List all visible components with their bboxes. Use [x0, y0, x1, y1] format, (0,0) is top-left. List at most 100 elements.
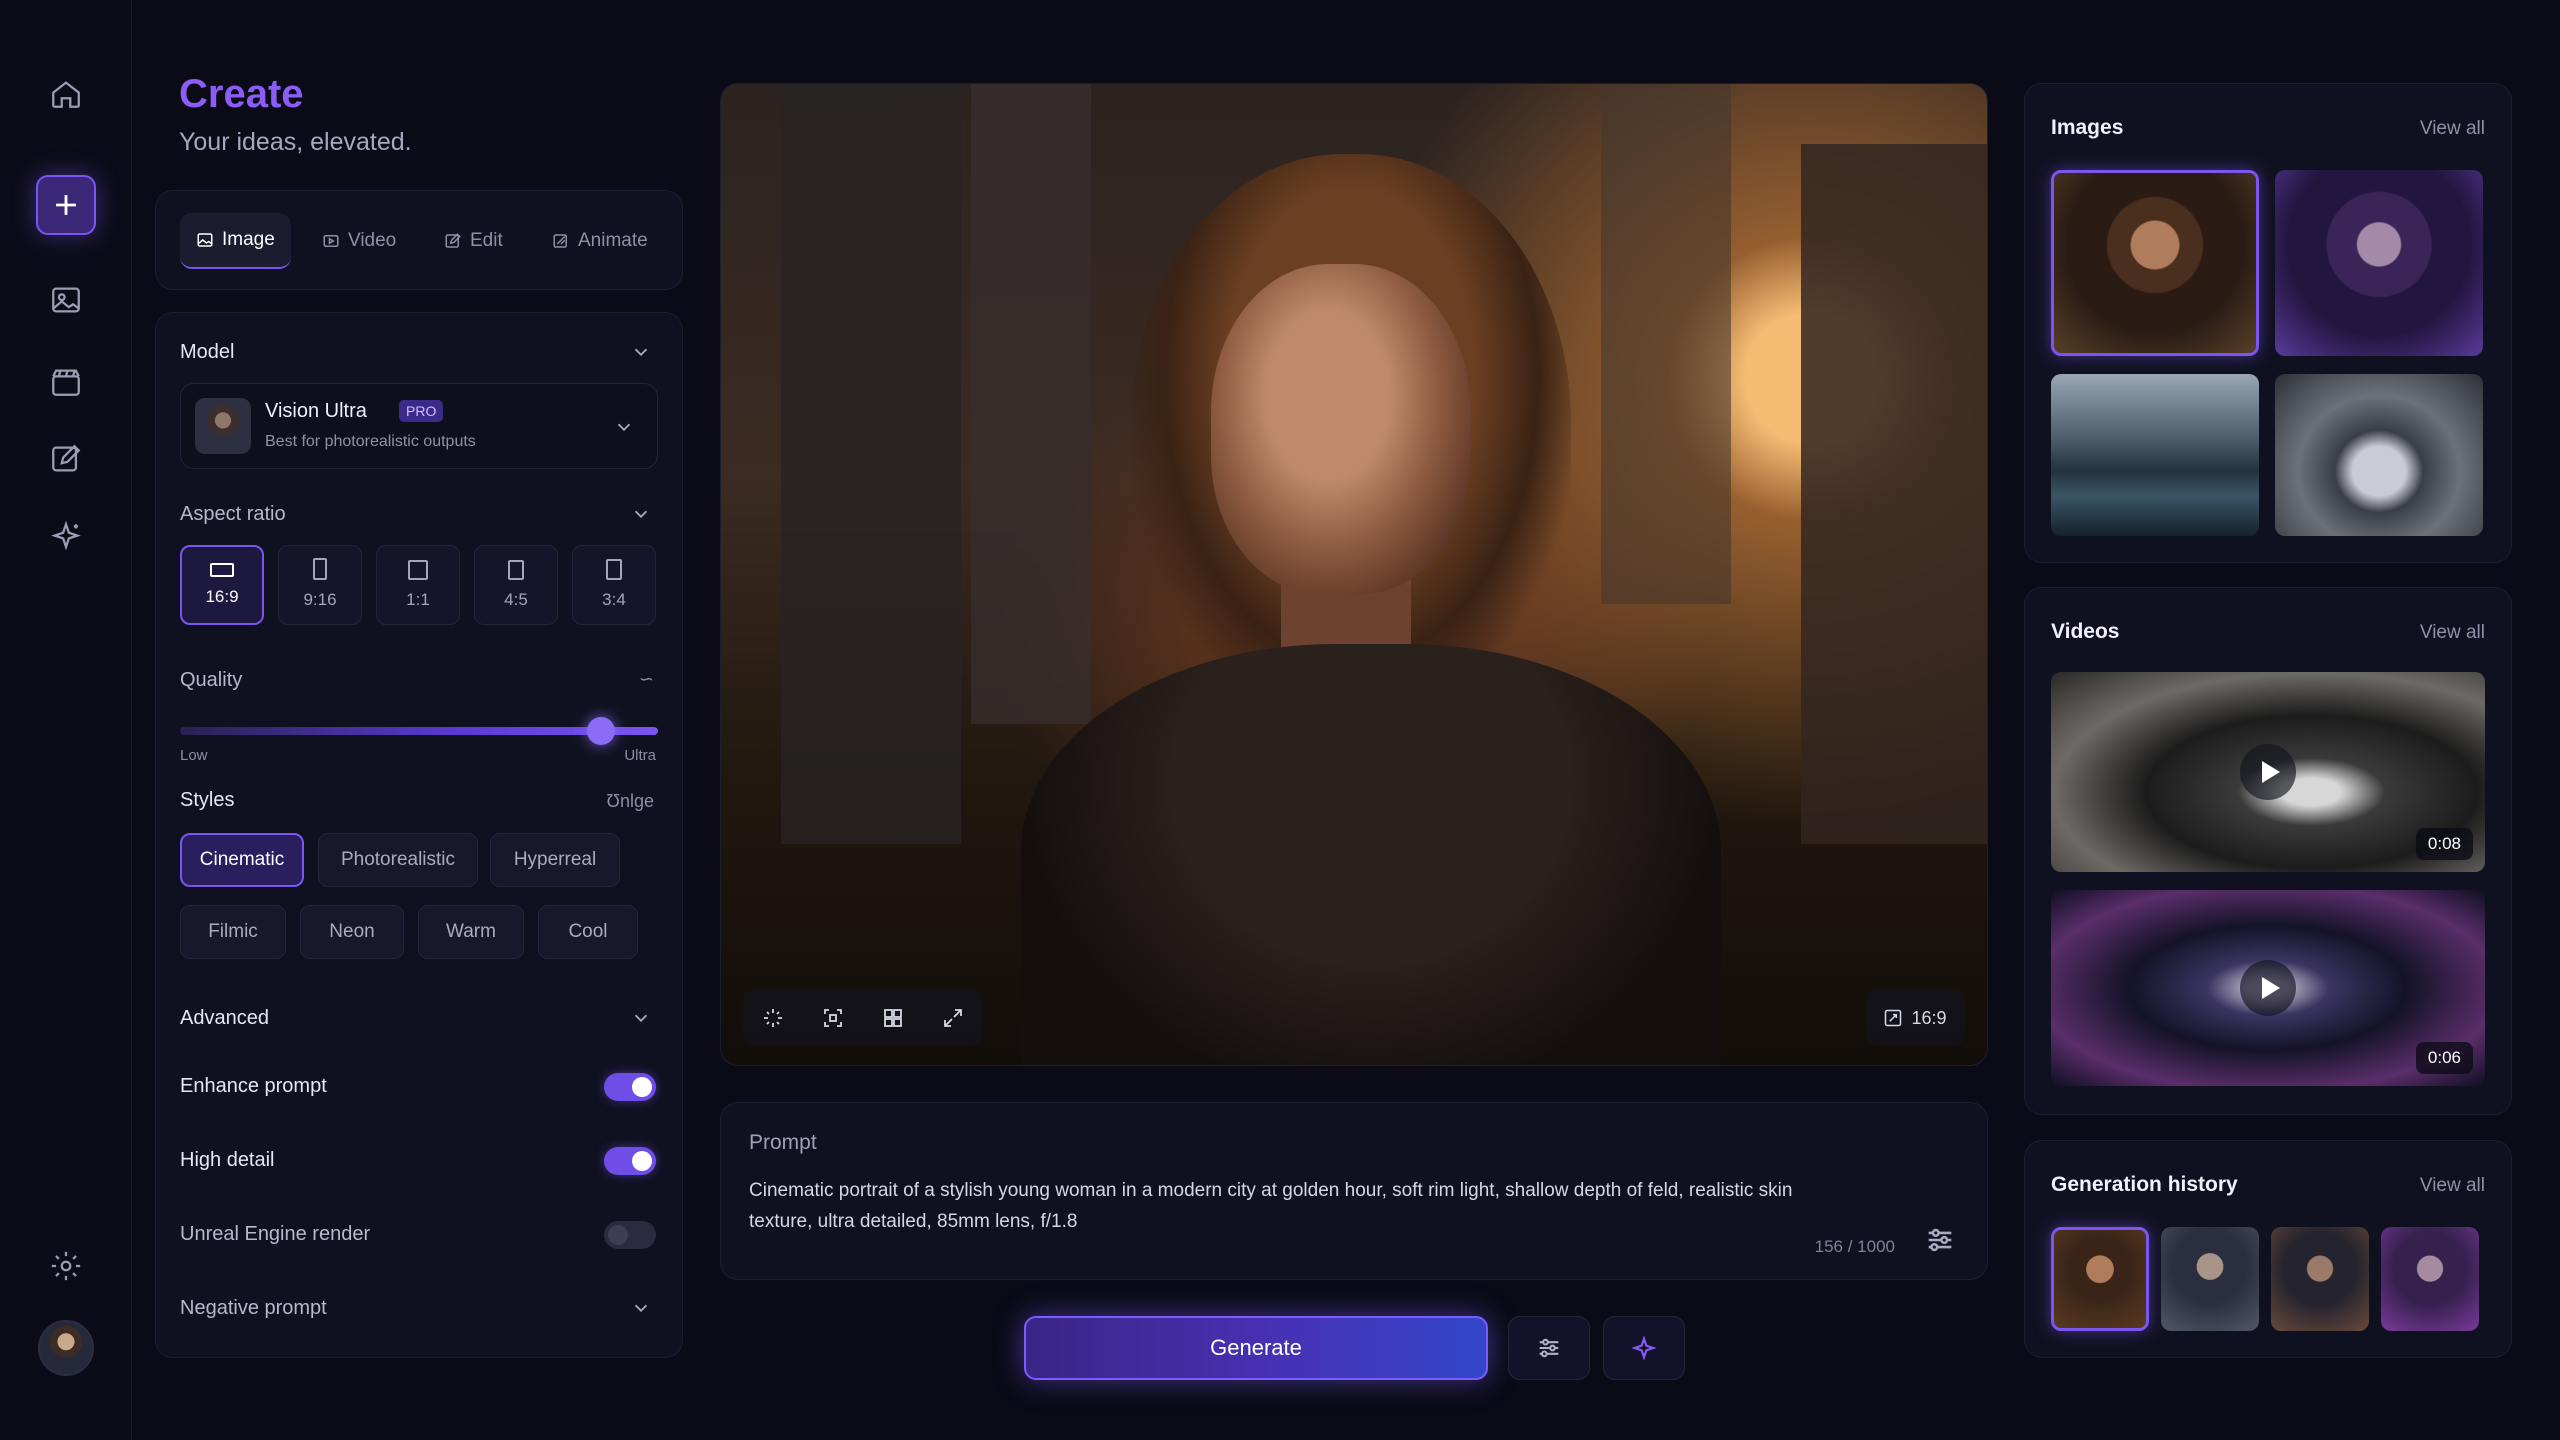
tab-label: Animate: [578, 230, 648, 251]
model-selector[interactable]: Vision Ultra PRO Best for photorealistic…: [180, 383, 658, 469]
resize-icon: [1885, 1009, 1902, 1027]
history-thumbnail[interactable]: [2161, 1227, 2259, 1331]
avatar[interactable]: [38, 1320, 94, 1376]
image-thumbnail[interactable]: [2275, 374, 2483, 536]
aspect-label: 4:5: [504, 590, 528, 609]
clapperboard-icon[interactable]: [36, 352, 96, 412]
quality-label: Quality: [180, 669, 243, 691]
generation-history-card: Generation history View all: [2024, 1140, 2512, 1358]
image-toolbar: [743, 990, 983, 1046]
video-thumbnail[interactable]: 0:08: [2051, 672, 2485, 872]
styles-corner-text: Ʊnlge: [606, 791, 655, 811]
tab-label: Image: [222, 229, 275, 250]
background-building: [1801, 144, 1987, 844]
tab-animate[interactable]: Animate: [536, 213, 664, 269]
aspect-option-3-4[interactable]: 3:4: [572, 545, 656, 625]
video-duration: 0:08: [2415, 828, 2473, 860]
quality-slider-handle[interactable]: [586, 717, 615, 745]
unreal-engine-toggle[interactable]: [604, 1221, 656, 1249]
chevron-down-icon: [617, 423, 631, 432]
style-chip-cinematic[interactable]: Cinematic: [180, 833, 304, 887]
settings-icon[interactable]: [36, 1236, 96, 1296]
tab-image[interactable]: Image: [180, 213, 291, 269]
sparkle-icon: [1631, 1335, 1657, 1361]
toggle-label-unreal-engine: Unreal Engine render: [180, 1223, 371, 1245]
home-icon[interactable]: [36, 64, 96, 124]
image-thumbnail[interactable]: [2051, 170, 2259, 356]
tab-edit[interactable]: Edit: [428, 213, 519, 269]
chevron-down-icon[interactable]: [630, 1007, 652, 1029]
aspect-option-4-5[interactable]: 4:5: [474, 545, 558, 625]
style-chip-filmic[interactable]: Filmic: [180, 905, 286, 959]
prompt-input[interactable]: Cinematic portrait of a stylish young wo…: [749, 1175, 1809, 1237]
edit-icon: [445, 233, 461, 248]
sidebar: [0, 0, 132, 1440]
image-icon[interactable]: [36, 270, 96, 330]
play-icon[interactable]: [2240, 744, 2296, 800]
model-thumbnail: [195, 398, 251, 454]
high-detail-toggle[interactable]: [604, 1147, 656, 1175]
aspect-label: 1:1: [406, 590, 430, 609]
aspect-option-16-9[interactable]: 16:9: [180, 545, 264, 625]
style-chip-photorealistic[interactable]: Photorealistic: [318, 833, 478, 887]
edit-icon[interactable]: [36, 429, 96, 489]
images-view-all-link[interactable]: View all: [2420, 118, 2485, 140]
portrait-icon: [313, 558, 327, 580]
tab-label: Edit: [470, 230, 503, 251]
sliders-icon[interactable]: [1923, 1223, 1957, 1257]
generate-button[interactable]: Generate: [1024, 1316, 1488, 1380]
history-thumbnail[interactable]: [2271, 1227, 2369, 1331]
toggle-label-enhance-prompt: Enhance prompt: [180, 1075, 327, 1097]
page-subtitle: Your ideas, elevated.: [179, 128, 412, 156]
prompt-box[interactable]: Prompt Cinematic portrait of a stylish y…: [720, 1102, 1988, 1280]
magic-enhance-button[interactable]: [1603, 1316, 1685, 1380]
landscape-icon: [210, 563, 234, 577]
aspect-label: 3:4: [602, 590, 626, 609]
images-card: Images View all: [2024, 83, 2512, 563]
styles-label: Styles: [180, 789, 235, 811]
history-thumbnail[interactable]: [2051, 1227, 2149, 1331]
chevron-down-icon[interactable]: [630, 1297, 652, 1319]
style-chip-neon[interactable]: Neon: [300, 905, 404, 959]
chevron-down-icon[interactable]: [630, 503, 652, 525]
images-title: Images: [2051, 116, 2124, 139]
ratio-badge-label: 16:9: [1911, 1007, 1947, 1028]
aspect-option-9-16[interactable]: 9:16: [278, 545, 362, 625]
chevron-down-icon[interactable]: [630, 341, 652, 363]
style-chip-warm[interactable]: Warm: [418, 905, 524, 959]
history-view-all-link[interactable]: View all: [2420, 1175, 2485, 1197]
background-building: [971, 84, 1091, 724]
style-chip-cool[interactable]: Cool: [538, 905, 638, 959]
generated-image-preview[interactable]: 16:9: [720, 83, 1988, 1066]
advanced-label: Advanced: [180, 1007, 269, 1029]
enhance-prompt-toggle[interactable]: [604, 1073, 656, 1101]
grid-icon[interactable]: [881, 1006, 905, 1030]
crop-focus-icon[interactable]: [821, 1006, 845, 1030]
video-thumbnail[interactable]: 0:06: [2051, 890, 2485, 1086]
background-building: [1601, 84, 1731, 604]
prompt-label: Prompt: [749, 1131, 817, 1154]
play-icon[interactable]: [2240, 960, 2296, 1016]
history-thumbnail[interactable]: [2381, 1227, 2479, 1331]
image-thumbnail[interactable]: [2051, 374, 2259, 536]
expand-icon[interactable]: [941, 1006, 965, 1030]
style-chip-hyperreal[interactable]: Hyperreal: [490, 833, 620, 887]
settings-sliders-button[interactable]: [1508, 1316, 1590, 1380]
portrait-icon: [508, 560, 524, 580]
toggle-label-high-detail: High detail: [180, 1149, 275, 1171]
aspect-ratio-badge[interactable]: 16:9: [1865, 990, 1965, 1046]
videos-card: Videos View all 0:08 0:06: [2024, 587, 2512, 1115]
videos-view-all-link[interactable]: View all: [2420, 622, 2485, 644]
image-thumbnail[interactable]: [2275, 170, 2483, 356]
magic-wand-icon[interactable]: [761, 1006, 785, 1030]
sparkle-icon[interactable]: [36, 507, 96, 567]
portrait-icon: [606, 559, 622, 580]
tab-video[interactable]: Video: [306, 213, 412, 269]
toggle-knob: [632, 1151, 652, 1171]
settings-panel: Model Vision Ultra PRO Best for photorea…: [155, 312, 683, 1358]
toggle-knob: [608, 1225, 628, 1245]
plus-icon[interactable]: [36, 175, 96, 235]
aspect-option-1-1[interactable]: 1:1: [376, 545, 460, 625]
quality-corner-glyph: ∽: [638, 669, 654, 689]
page-title: Create: [179, 72, 304, 116]
